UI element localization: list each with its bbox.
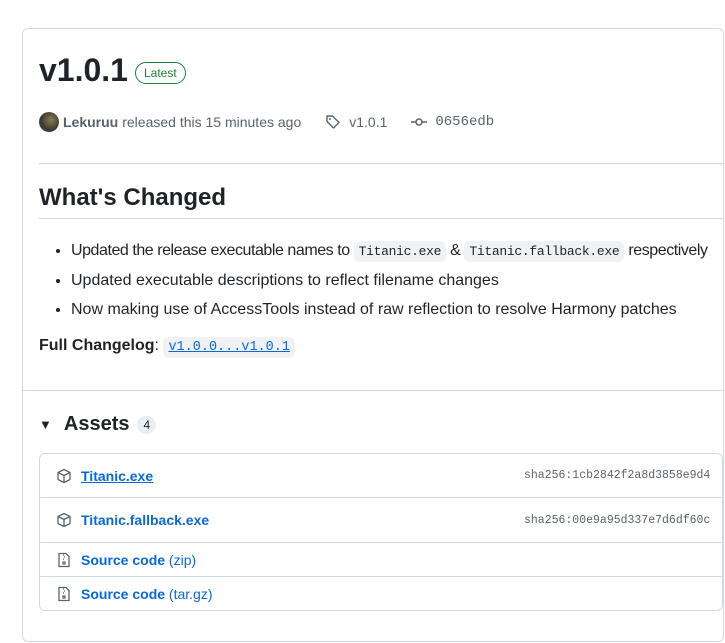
released-text: released this 15 minutes ago: [122, 114, 302, 130]
compare-link[interactable]: v1.0.0...v1.0.1: [168, 340, 290, 355]
asset-row: Source code (zip): [40, 542, 722, 576]
assets-toggle[interactable]: ▼ Assets 4: [39, 413, 157, 436]
asset-row: Titanic.exe sha256:1cb2842f2a8d3858e9d4: [40, 454, 722, 497]
latest-badge: Latest: [135, 62, 186, 84]
asset-sha: sha256:00e9a95d337e7d6df60c: [524, 513, 711, 527]
divider: [22, 390, 724, 391]
commit-icon: [411, 118, 428, 126]
asset-name: Source code: [81, 551, 166, 568]
asset-name: Source code: [81, 585, 166, 602]
file-zip-icon: [58, 586, 70, 601]
commit-link[interactable]: 0656edb: [435, 114, 494, 130]
asset-format: (zip): [168, 551, 197, 568]
tag-link[interactable]: v1.0.1: [349, 114, 387, 130]
list-item: Now making use of AccessTools instead of…: [71, 295, 719, 324]
release-title[interactable]: v1.0.1: [39, 52, 128, 89]
assets-heading: Assets: [63, 413, 130, 435]
package-icon: [57, 468, 71, 483]
list-item: Updated the release executable names to …: [71, 236, 719, 266]
package-icon: [57, 512, 71, 528]
asset-row: Titanic.fallback.exe sha256:00e9a95d337e…: [40, 497, 722, 542]
source-zip-link[interactable]: Source code (zip): [81, 552, 196, 568]
caret-down-icon: ▼: [39, 417, 52, 432]
author-link[interactable]: Lekuruu: [63, 114, 118, 130]
list-item: Updated executable descriptions to refle…: [71, 266, 719, 295]
file-zip-icon: [58, 552, 70, 567]
asset-row: Source code (tar.gz): [40, 576, 722, 610]
item-text: respectively: [624, 242, 708, 259]
full-changelog-label: Full Changelog: [39, 337, 155, 354]
tag-icon: [326, 115, 340, 129]
divider: [39, 163, 723, 164]
asset-format: (tar.gz): [168, 585, 213, 602]
changes-list: Updated the release executable names to …: [39, 236, 719, 324]
assets-count: 4: [137, 415, 157, 434]
item-text: &: [446, 242, 465, 259]
code-filename: Titanic.fallback.exe: [464, 241, 625, 262]
item-text: Updated the release executable names to: [71, 242, 354, 259]
assets-list: Titanic.exe sha256:1cb2842f2a8d3858e9d4 …: [39, 453, 723, 611]
whats-changed-heading: What's Changed: [39, 184, 227, 211]
asset-link[interactable]: Titanic.exe: [81, 468, 153, 484]
avatar[interactable]: [39, 112, 59, 132]
full-changelog: Full Changelog: v1.0.0...v1.0.1: [39, 337, 295, 358]
asset-sha: sha256:1cb2842f2a8d3858e9d4: [524, 469, 711, 482]
asset-link[interactable]: Titanic.fallback.exe: [81, 512, 209, 528]
divider: [39, 218, 723, 219]
release-meta: Lekuruu released this 15 minutes ago v1.…: [39, 112, 494, 132]
code-filename: Titanic.exe: [353, 241, 447, 262]
source-targz-link[interactable]: Source code (tar.gz): [81, 586, 213, 602]
